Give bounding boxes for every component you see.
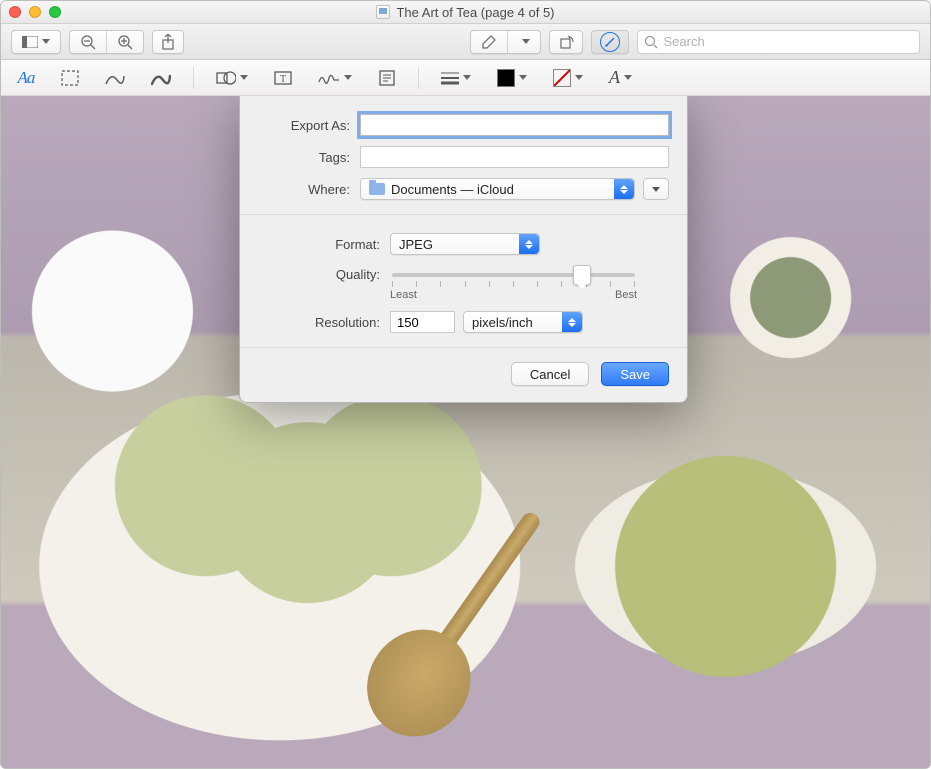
share-icon bbox=[161, 34, 175, 50]
highlight-menu-button[interactable] bbox=[508, 31, 540, 53]
sketch-icon bbox=[105, 70, 125, 86]
format-label: Format: bbox=[300, 237, 390, 252]
search-field[interactable]: Search bbox=[637, 30, 921, 54]
chevron-down-icon bbox=[519, 75, 527, 80]
border-style-tool[interactable] bbox=[435, 65, 477, 91]
export-location-section: Export As: Tags: Where: Documents — iClo… bbox=[240, 96, 687, 215]
format-select[interactable]: JPEG bbox=[390, 233, 540, 255]
slider-thumb[interactable] bbox=[573, 265, 591, 285]
text-tool[interactable]: T bbox=[268, 65, 298, 91]
markup-icon bbox=[600, 32, 620, 52]
note-tool[interactable] bbox=[372, 65, 402, 91]
zoom-controls bbox=[69, 30, 144, 54]
chevron-down-icon bbox=[624, 75, 632, 80]
export-dialog: Export As: Tags: Where: Documents — iClo… bbox=[239, 96, 688, 403]
markup-toggle-button[interactable] bbox=[591, 30, 629, 54]
draw-tool[interactable] bbox=[145, 65, 177, 91]
cancel-button[interactable]: Cancel bbox=[511, 362, 589, 386]
minimize-window-button[interactable] bbox=[29, 6, 41, 18]
save-button[interactable]: Save bbox=[601, 362, 669, 386]
select-arrows-icon bbox=[519, 234, 539, 254]
fill-color-tool[interactable] bbox=[547, 65, 589, 91]
color-swatch-none-icon bbox=[553, 69, 571, 87]
quality-slider[interactable]: Least Best bbox=[390, 265, 637, 301]
rectangular-selection-tool[interactable] bbox=[55, 65, 85, 91]
lines-icon bbox=[441, 71, 459, 85]
where-select[interactable]: Documents — iCloud bbox=[360, 178, 635, 200]
tags-label: Tags: bbox=[258, 150, 360, 165]
highlight-button[interactable] bbox=[471, 31, 508, 53]
tags-input[interactable] bbox=[360, 146, 669, 168]
separator bbox=[418, 67, 419, 89]
search-placeholder: Search bbox=[664, 34, 705, 49]
selection-icon bbox=[61, 70, 79, 86]
window-title-text: The Art of Tea (page 4 of 5) bbox=[396, 5, 554, 20]
window-title: The Art of Tea (page 4 of 5) bbox=[1, 5, 930, 20]
dialog-buttons: Cancel Save bbox=[240, 348, 687, 402]
svg-text:T: T bbox=[280, 74, 286, 85]
zoom-out-icon bbox=[80, 34, 96, 50]
format-value: JPEG bbox=[399, 237, 433, 252]
markup-toolbar: Aa T A bbox=[1, 60, 930, 96]
export-as-input[interactable] bbox=[360, 114, 669, 136]
resolution-label: Resolution: bbox=[300, 315, 390, 330]
quality-least-label: Least bbox=[390, 289, 417, 301]
zoom-in-icon bbox=[117, 34, 133, 50]
shapes-icon bbox=[216, 70, 236, 86]
sketch-tool[interactable] bbox=[99, 65, 131, 91]
window-controls bbox=[9, 6, 61, 18]
text-style-icon: Aa bbox=[18, 68, 35, 88]
search-icon bbox=[644, 35, 658, 49]
rotate-icon bbox=[558, 34, 574, 50]
shapes-tool[interactable] bbox=[210, 65, 254, 91]
chevron-down-icon bbox=[522, 39, 530, 44]
zoom-window-button[interactable] bbox=[49, 6, 61, 18]
resolution-unit-value: pixels/inch bbox=[472, 315, 533, 330]
note-icon bbox=[379, 70, 395, 86]
select-arrows-icon bbox=[562, 312, 582, 332]
font-icon: A bbox=[609, 67, 620, 88]
quality-best-label: Best bbox=[615, 289, 637, 301]
chevron-down-icon bbox=[463, 75, 471, 80]
highlighter-icon bbox=[481, 34, 497, 50]
where-label: Where: bbox=[258, 182, 360, 197]
close-window-button[interactable] bbox=[9, 6, 21, 18]
titlebar: The Art of Tea (page 4 of 5) bbox=[1, 1, 930, 24]
quality-label: Quality: bbox=[300, 265, 390, 282]
zoom-out-button[interactable] bbox=[70, 31, 107, 53]
sign-tool[interactable] bbox=[312, 65, 358, 91]
export-options-section: Format: JPEG Quality: Least bbox=[240, 215, 687, 348]
textbox-icon: T bbox=[274, 70, 292, 86]
where-value: Documents — iCloud bbox=[391, 182, 514, 197]
text-selection-tool[interactable]: Aa bbox=[11, 65, 41, 91]
chevron-down-icon bbox=[42, 39, 50, 44]
signature-icon bbox=[318, 70, 340, 86]
resolution-unit-select[interactable]: pixels/inch bbox=[463, 311, 583, 333]
select-arrows-icon bbox=[614, 179, 634, 199]
chevron-down-icon bbox=[575, 75, 583, 80]
sidebar-toggle[interactable] bbox=[11, 30, 61, 54]
chevron-down-icon bbox=[240, 75, 248, 80]
font-tool[interactable]: A bbox=[603, 65, 638, 91]
folder-icon bbox=[369, 183, 385, 195]
annotate-segment bbox=[470, 30, 541, 54]
separator bbox=[193, 67, 194, 89]
draw-icon bbox=[151, 70, 171, 86]
resolution-input[interactable] bbox=[390, 311, 455, 333]
document-viewport[interactable]: Export As: Tags: Where: Documents — iClo… bbox=[1, 96, 930, 768]
main-toolbar: Search bbox=[1, 24, 930, 60]
document-icon bbox=[376, 5, 390, 19]
color-swatch-black-icon bbox=[497, 69, 515, 87]
chevron-down-icon bbox=[344, 75, 352, 80]
border-color-tool[interactable] bbox=[491, 65, 533, 91]
expand-save-panel-button[interactable] bbox=[643, 178, 669, 200]
export-as-label: Export As: bbox=[258, 118, 360, 133]
sidebar-icon bbox=[22, 36, 38, 48]
zoom-in-button[interactable] bbox=[107, 31, 143, 53]
share-button[interactable] bbox=[152, 30, 184, 54]
app-window: The Art of Tea (page 4 of 5) Search Aa bbox=[0, 0, 931, 769]
rotate-button[interactable] bbox=[549, 30, 583, 54]
